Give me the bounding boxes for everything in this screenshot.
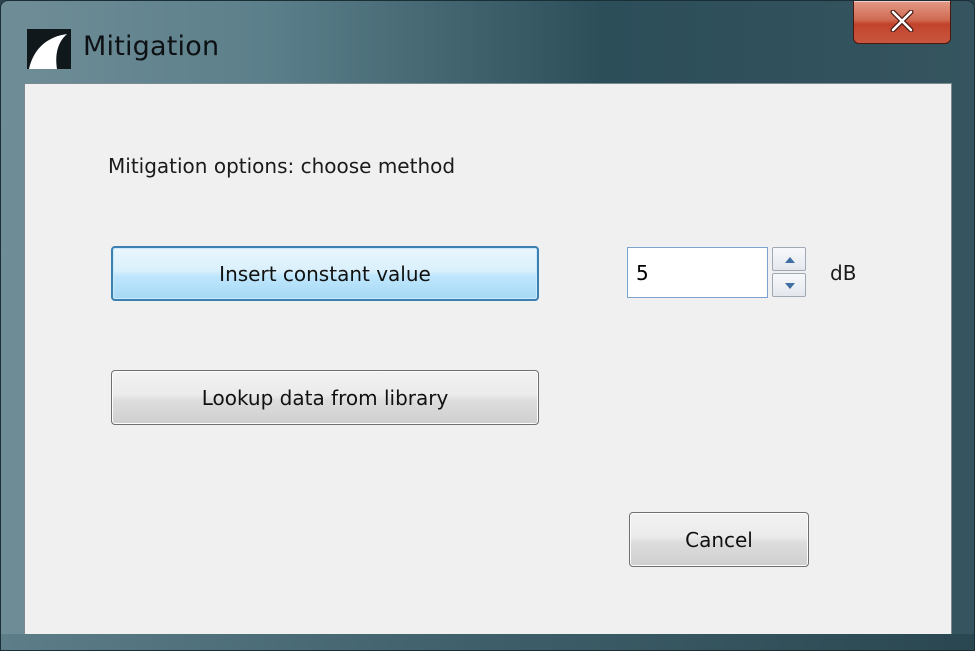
mitigation-dialog-window: Mitigation Mitigation options: choose me…	[0, 0, 975, 651]
title-bar[interactable]: Mitigation	[1, 1, 974, 83]
spin-down-button[interactable]	[772, 273, 806, 297]
constant-value-input[interactable]	[627, 247, 768, 298]
arrow-up-icon	[785, 257, 795, 263]
close-button[interactable]	[853, 1, 951, 44]
method-prompt-label: Mitigation options: choose method	[108, 154, 456, 178]
spin-up-button[interactable]	[772, 247, 806, 271]
shark-fin-app-icon	[27, 29, 71, 69]
window-bottom-border	[1, 634, 974, 650]
lookup-library-button[interactable]: Lookup data from library	[111, 370, 539, 425]
insert-constant-value-button[interactable]: Insert constant value	[111, 246, 539, 301]
cancel-button[interactable]: Cancel	[629, 512, 809, 567]
value-spinner	[772, 247, 806, 298]
window-title: Mitigation	[83, 31, 220, 62]
dialog-client-area: Mitigation options: choose method Insert…	[24, 83, 952, 636]
arrow-down-icon	[785, 283, 795, 289]
close-x-icon	[890, 10, 914, 32]
unit-label: dB	[830, 261, 857, 285]
